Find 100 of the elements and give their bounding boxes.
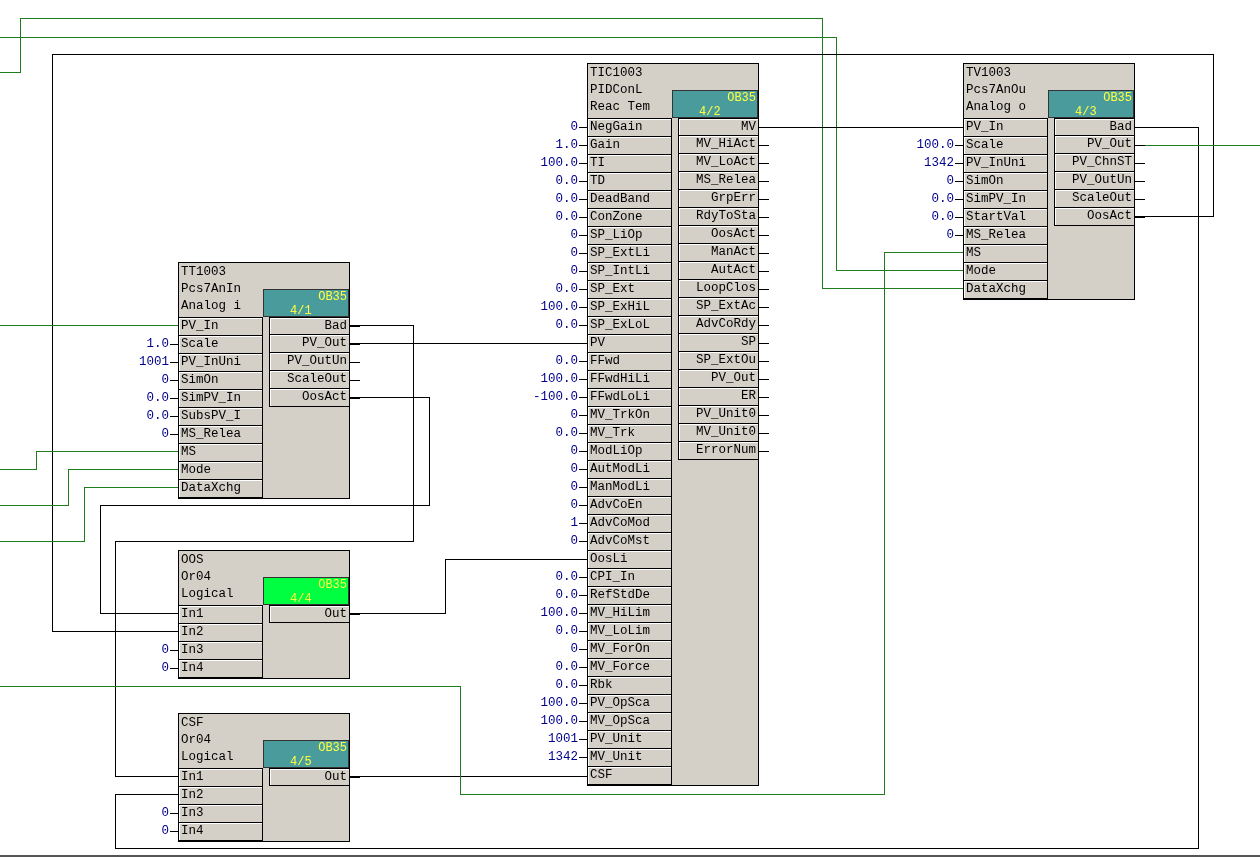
- input-pin[interactable]: PV_InUni: [964, 155, 1047, 173]
- output-pin[interactable]: ScaleOut: [1054, 190, 1134, 208]
- input-pin[interactable]: MV_Trk: [588, 425, 671, 443]
- output-pin[interactable]: PV_Unit0: [678, 406, 758, 424]
- input-pin[interactable]: SP_IntLi: [588, 263, 671, 281]
- output-pin[interactable]: ER: [678, 388, 758, 406]
- input-pin[interactable]: SimOn: [179, 372, 262, 390]
- input-pin[interactable]: MV_Force: [588, 659, 671, 677]
- input-pin[interactable]: SubsPV_I: [179, 408, 262, 426]
- input-pin[interactable]: In1: [179, 606, 262, 624]
- input-pin[interactable]: In4: [179, 660, 262, 678]
- output-pin[interactable]: PV_ChnST: [1054, 154, 1134, 172]
- input-pin[interactable]: MS: [964, 245, 1047, 263]
- input-pin[interactable]: SP_ExHiL: [588, 299, 671, 317]
- output-pin[interactable]: PV_Out: [1054, 136, 1134, 154]
- input-pin[interactable]: FFwdHiLi: [588, 371, 671, 389]
- input-pin[interactable]: SP_LiOp: [588, 227, 671, 245]
- input-pin[interactable]: DeadBand: [588, 191, 671, 209]
- output-pin[interactable]: Out: [269, 768, 349, 786]
- output-pin[interactable]: Out: [269, 605, 349, 623]
- input-pin[interactable]: Mode: [179, 462, 262, 480]
- input-pin[interactable]: Mode: [964, 263, 1047, 281]
- input-pin[interactable]: TI: [588, 155, 671, 173]
- output-pin[interactable]: LoopClos: [678, 280, 758, 298]
- input-pin[interactable]: AdvCoMod: [588, 515, 671, 533]
- output-pin[interactable]: MV: [678, 118, 758, 136]
- input-pin[interactable]: PV: [588, 335, 671, 353]
- input-pin[interactable]: MS: [179, 444, 262, 462]
- input-pin[interactable]: In3: [179, 642, 262, 660]
- input-pin[interactable]: SP_ExtLi: [588, 245, 671, 263]
- input-pin[interactable]: AutModLi: [588, 461, 671, 479]
- output-pin[interactable]: SP: [678, 334, 758, 352]
- input-pin[interactable]: TD: [588, 173, 671, 191]
- input-pin[interactable]: Scale: [179, 336, 262, 354]
- input-pin[interactable]: Gain: [588, 137, 671, 155]
- input-pin[interactable]: MV_OpSca: [588, 713, 671, 731]
- function-block[interactable]: CSF Or04 Logical OB35 4/5 In1 In2 In3 In4 Out: [178, 713, 350, 842]
- input-pin[interactable]: OosLi: [588, 551, 671, 569]
- input-pin[interactable]: In2: [179, 787, 262, 805]
- input-pin[interactable]: CSF: [588, 767, 671, 785]
- input-pin[interactable]: In4: [179, 823, 262, 841]
- input-pin[interactable]: MV_ForOn: [588, 641, 671, 659]
- input-pin[interactable]: MV_HiLim: [588, 605, 671, 623]
- output-pin[interactable]: OosAct: [678, 226, 758, 244]
- output-pin[interactable]: ScaleOut: [269, 371, 349, 389]
- output-pin[interactable]: MV_LoAct: [678, 154, 758, 172]
- input-pin[interactable]: PV_OpSca: [588, 695, 671, 713]
- input-pin[interactable]: SimPV_In: [179, 390, 262, 408]
- input-pin[interactable]: Scale: [964, 137, 1047, 155]
- input-pin[interactable]: In3: [179, 805, 262, 823]
- input-pin[interactable]: DataXchg: [964, 281, 1047, 299]
- input-pin[interactable]: In1: [179, 769, 262, 787]
- input-pin[interactable]: StartVal: [964, 209, 1047, 227]
- function-block[interactable]: OOS Or04 Logical OB35 4/4 In1 In2 In3 In4 Out: [178, 550, 350, 679]
- output-pin[interactable]: Bad: [1054, 118, 1134, 136]
- input-pin[interactable]: MS_Relea: [964, 227, 1047, 245]
- output-pin[interactable]: MV_HiAct: [678, 136, 758, 154]
- output-pin[interactable]: PV_OutUn: [269, 353, 349, 371]
- input-pin[interactable]: MV_Unit: [588, 749, 671, 767]
- output-pin[interactable]: AutAct: [678, 262, 758, 280]
- output-pin[interactable]: MS_Relea: [678, 172, 758, 190]
- output-pin[interactable]: ErrorNum: [678, 442, 758, 460]
- input-pin[interactable]: In2: [179, 624, 262, 642]
- output-pin[interactable]: ManAct: [678, 244, 758, 262]
- output-pin[interactable]: MV_Unit0: [678, 424, 758, 442]
- function-block[interactable]: TV1003 Pcs7AnOu Analog o OB35 4/3 PV_In Scale PV_InUni SimOn SimPV_In StartVal MS_Relea MS Mode DataXchg Bad PV_Out PV_ChnST PV_OutUn ScaleOut OosAct: [963, 63, 1135, 300]
- function-block[interactable]: [587, 63, 759, 786]
- output-pin[interactable]: SP_ExtAc: [678, 298, 758, 316]
- output-pin[interactable]: GrpErr: [678, 190, 758, 208]
- output-pin[interactable]: PV_Out: [269, 335, 349, 353]
- input-pin[interactable]: CPI_In: [588, 569, 671, 587]
- input-pin[interactable]: Rbk: [588, 677, 671, 695]
- function-block[interactable]: TT1003 Pcs7AnIn Analog i OB35 4/1 PV_In Scale PV_InUni SimOn SimPV_In SubsPV_I MS_Relea MS Mode DataXchg Bad PV_Out PV_OutUn ScaleOut OosAct: [178, 262, 350, 499]
- input-pin[interactable]: ManModLi: [588, 479, 671, 497]
- input-pin[interactable]: SP_Ext: [588, 281, 671, 299]
- input-pin[interactable]: RefStdDe: [588, 587, 671, 605]
- output-pin[interactable]: Bad: [269, 317, 349, 335]
- input-pin[interactable]: MV_TrkOn: [588, 407, 671, 425]
- input-pin[interactable]: ConZone: [588, 209, 671, 227]
- output-pin[interactable]: AdvCoRdy: [678, 316, 758, 334]
- input-pin[interactable]: DataXchg: [179, 480, 262, 498]
- input-pin[interactable]: SP_ExLoL: [588, 317, 671, 335]
- input-pin[interactable]: MS_Relea: [179, 426, 262, 444]
- input-pin[interactable]: PV_In: [964, 119, 1047, 137]
- input-pin[interactable]: FFwd: [588, 353, 671, 371]
- input-pin[interactable]: FFwdLoLi: [588, 389, 671, 407]
- output-pin[interactable]: PV_OutUn: [1054, 172, 1134, 190]
- input-pin[interactable]: AdvCoEn: [588, 497, 671, 515]
- input-pin[interactable]: MV_LoLim: [588, 623, 671, 641]
- input-pin[interactable]: PV_InUni: [179, 354, 262, 372]
- output-pin[interactable]: SP_ExtOu: [678, 352, 758, 370]
- output-pin[interactable]: OosAct: [1054, 208, 1134, 226]
- input-pin[interactable]: PV_In: [179, 318, 262, 336]
- output-pin[interactable]: RdyToSta: [678, 208, 758, 226]
- input-pin[interactable]: ModLiOp: [588, 443, 671, 461]
- input-pin[interactable]: AdvCoMst: [588, 533, 671, 551]
- input-pin[interactable]: PV_Unit: [588, 731, 671, 749]
- input-pin[interactable]: SimOn: [964, 173, 1047, 191]
- output-pin[interactable]: PV_Out: [678, 370, 758, 388]
- input-pin[interactable]: NegGain: [588, 119, 671, 137]
